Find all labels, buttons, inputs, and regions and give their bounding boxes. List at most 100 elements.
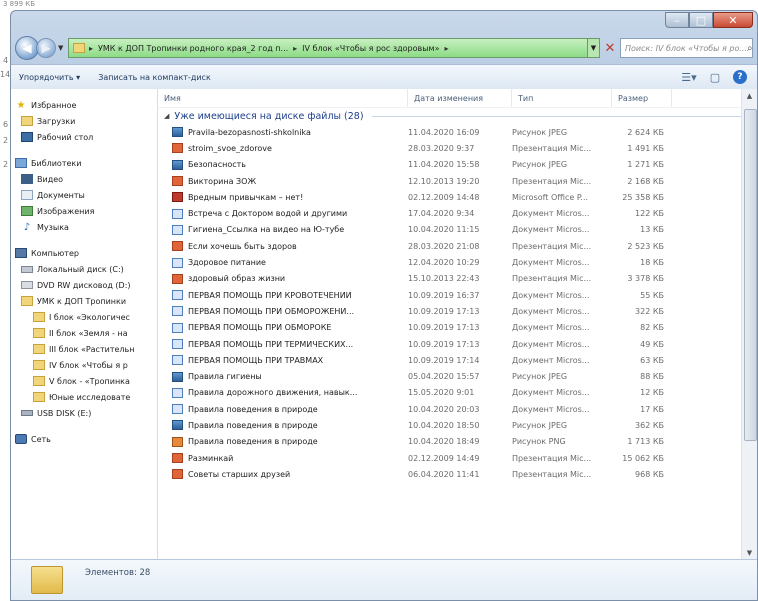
nav-item[interactable]: Документы [11, 187, 157, 203]
nav-item[interactable]: ★ Избранное [11, 97, 157, 113]
nav-item[interactable]: Рабочий стол [11, 129, 157, 145]
address-bar[interactable]: ▸ УМК к ДОП Тропинки родного края_2 год … [68, 38, 588, 58]
recent-pages-dropdown[interactable]: ▼ [58, 44, 66, 52]
file-row[interactable]: ПЕРВАЯ ПОМОЩЬ ПРИ ОБМОРОЖЕНИ... 10.09.201… [158, 303, 757, 319]
file-name: Гигиена_Ссылка на видео на Ю-тубе [188, 225, 345, 235]
file-row[interactable]: Правила поведения в природе 10.04.2020 18… [158, 434, 757, 450]
column-header-date[interactable]: Дата изменения [408, 89, 512, 107]
nav-item-label: Избранное [31, 100, 77, 110]
nav-item[interactable]: I блок «Экологичес [11, 309, 157, 325]
nav-item[interactable]: Библиотеки [11, 155, 157, 171]
drive-icon [21, 265, 33, 273]
nav-item-label: Библиотеки [31, 158, 82, 168]
docs-icon [21, 190, 33, 200]
search-input[interactable]: Поиск: IV блок «Чтобы я ро... ⌕ [620, 38, 753, 58]
file-row[interactable]: Если хочешь быть здоров 28.03.2020 21:08 П… [158, 238, 757, 254]
nav-item[interactable]: Юные исследовате [11, 389, 157, 405]
nav-item[interactable]: Компьютер [11, 245, 157, 261]
column-header-type[interactable]: Тип [512, 89, 612, 107]
nav-item[interactable]: УМК к ДОП Тропинки [11, 293, 157, 309]
ppt-file-icon [172, 176, 183, 187]
burn-to-disc-button[interactable]: Записать на компакт-диск [98, 73, 211, 82]
address-dropdown-button[interactable]: ▼ [588, 38, 600, 58]
file-row[interactable]: Здоровое питание 12.04.2020 10:29 Документ… [158, 254, 757, 270]
folder-icon [33, 392, 45, 402]
collapse-triangle-icon[interactable]: ◢ [164, 112, 169, 120]
preview-pane-icon[interactable]: ▢ [707, 70, 723, 84]
folder-icon [73, 43, 85, 53]
minimize-button[interactable]: – [665, 12, 689, 28]
file-row[interactable]: ПЕРВАЯ ПОМОЩЬ ПРИ КРОВОТЕЧЕНИИ 10.09.2019… [158, 287, 757, 303]
nav-item[interactable]: Сеть [11, 431, 157, 447]
doc-file-icon [172, 322, 183, 333]
nav-item[interactable]: Загрузки [11, 113, 157, 129]
scroll-down-icon[interactable]: ▼ [742, 546, 757, 560]
file-row[interactable]: Правила дорожного движения, навык... 15.0… [158, 385, 757, 401]
img-file-icon [172, 420, 183, 431]
stop-button[interactable]: ✕ [600, 38, 620, 58]
file-date: 10.09.2019 16:37 [408, 290, 480, 300]
file-name: Встреча с Доктором водой и другими [188, 209, 348, 219]
nav-item[interactable]: Видео [11, 171, 157, 187]
file-row[interactable]: Безопасность 11.04.2020 15:58 Рисунок JPEG… [158, 157, 757, 173]
file-row[interactable]: stroim_svoe_zdorove 28.03.2020 9:37 Презен… [158, 140, 757, 156]
nav-item[interactable]: DVD RW дисковод (D:) [11, 277, 157, 293]
scroll-up-icon[interactable]: ▲ [742, 89, 757, 103]
file-size: 25 358 КБ [622, 192, 664, 202]
breadcrumb-item[interactable]: IV блок «Чтобы я рос здоровым» [302, 44, 439, 53]
close-button[interactable]: ✕ [713, 12, 753, 28]
file-row[interactable]: Вредным привычкам – нет! 02.12.2009 14:48… [158, 189, 757, 205]
file-row[interactable]: Правила поведения в природе 10.04.2020 20… [158, 401, 757, 417]
file-row[interactable]: ПЕРВАЯ ПОМОЩЬ ПРИ ОБМОРОКЕ 10.09.2019 17:… [158, 320, 757, 336]
nav-item[interactable]: Изображения [11, 203, 157, 219]
nav-item[interactable]: USB DISK (E:) [11, 405, 157, 421]
maximize-button[interactable]: □ [689, 12, 713, 28]
file-size: 88 КБ [640, 372, 664, 382]
nav-item-label: Музыка [37, 222, 69, 232]
nav-item[interactable]: III блок «Растительн [11, 341, 157, 357]
back-arrow-icon: ◀ [22, 41, 32, 55]
organize-button[interactable]: Упорядочить ▾ [19, 73, 80, 82]
file-type: Презентация Mic... [512, 241, 592, 251]
file-row[interactable]: Pravila-bezopasnosti-shkolnika 11.04.2020… [158, 124, 757, 140]
items-count: Элементов: 28 [85, 568, 151, 578]
file-date: 10.09.2019 17:14 [408, 355, 480, 365]
details-pane: Элементов: 28 [11, 559, 757, 600]
img-file-icon [172, 127, 183, 138]
file-name: здоровый образ жизни [188, 274, 286, 284]
group-header[interactable]: ◢ Уже имеющиеся на диске файлы (28) [158, 108, 757, 124]
file-row[interactable]: Встреча с Доктором водой и другими 17.04.… [158, 205, 757, 221]
column-header-size[interactable]: Размер [612, 89, 672, 107]
file-row[interactable]: ПЕРВАЯ ПОМОЩЬ ПРИ ТЕРМИЧЕСКИХ... 10.09.20… [158, 336, 757, 352]
file-date: 10.09.2019 17:13 [408, 323, 480, 333]
breadcrumb-item[interactable]: УМК к ДОП Тропинки родного края_2 год п.… [98, 44, 288, 53]
nav-item[interactable]: II блок «Земля - на [11, 325, 157, 341]
file-row[interactable]: здоровый образ жизни 15.10.2013 22:43 През… [158, 271, 757, 287]
scrollbar-thumb[interactable] [744, 109, 757, 441]
help-icon[interactable]: ? [733, 70, 747, 84]
file-row[interactable]: Советы старших друзей 06.04.2020 11:41 Пре… [158, 466, 757, 482]
file-date: 11.04.2020 15:58 [408, 160, 480, 170]
doc-file-icon [172, 306, 183, 317]
nav-item[interactable]: Локальный диск (C:) [11, 261, 157, 277]
net-icon [15, 434, 27, 444]
file-name-cell: Разминкай [158, 453, 402, 464]
file-row[interactable]: Гигиена_Ссылка на видео на Ю-тубе 10.04.2… [158, 222, 757, 238]
file-row[interactable]: Викторина ЗОЖ 12.10.2013 19:20 Презентация… [158, 173, 757, 189]
file-row[interactable]: Правила гигиены 05.04.2020 15:57 Рисунок J… [158, 368, 757, 384]
file-row[interactable]: Разминкай 02.12.2009 14:49 Презентация Mic… [158, 450, 757, 466]
column-header-name[interactable]: Имя [158, 89, 408, 107]
nav-item[interactable]: IV блок «Чтобы я р [11, 357, 157, 373]
file-date: 17.04.2020 9:34 [408, 209, 475, 219]
nav-item[interactable]: V блок - «Тропинка [11, 373, 157, 389]
file-name: ПЕРВАЯ ПОМОЩЬ ПРИ КРОВОТЕЧЕНИИ [188, 290, 352, 300]
view-options-icon[interactable]: ☰▾ [681, 70, 697, 84]
nav-item[interactable]: ♪ Музыка [11, 219, 157, 235]
file-row[interactable]: ПЕРВАЯ ПОМОЩЬ ПРИ ТРАВМАХ 10.09.2019 17:1… [158, 352, 757, 368]
file-type: Документ Micros... [512, 404, 590, 414]
nav-item-label: III блок «Растительн [49, 344, 135, 354]
search-icon[interactable]: ⌕ [747, 43, 752, 54]
forward-button[interactable]: ▶ [36, 38, 56, 58]
vertical-scrollbar[interactable]: ▲ ▼ [741, 89, 757, 560]
file-row[interactable]: Правила поведения в природе 10.04.2020 18… [158, 417, 757, 433]
